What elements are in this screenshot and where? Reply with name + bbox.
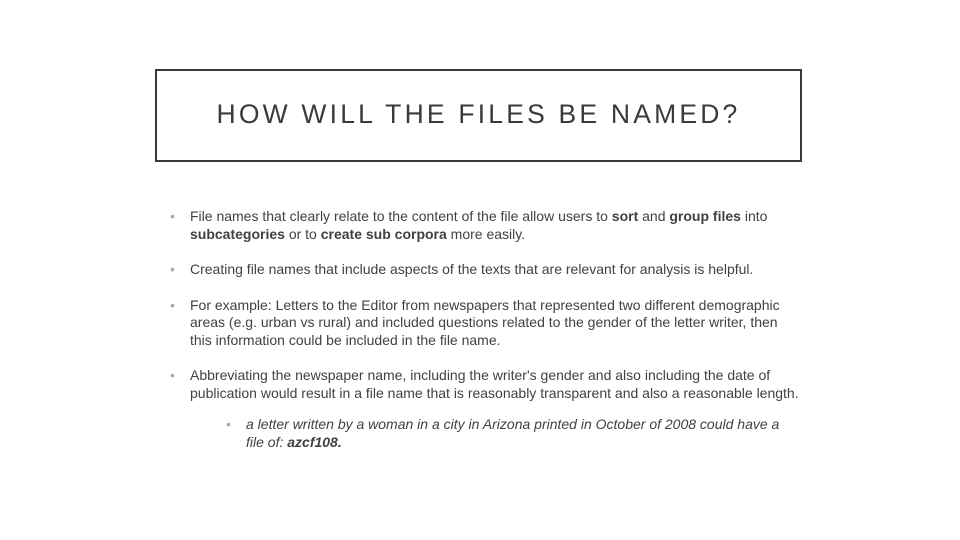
content-area: File names that clearly relate to the co… (160, 208, 800, 469)
bold-text: group files (669, 208, 741, 224)
text: or to (285, 226, 321, 242)
text: into (741, 208, 767, 224)
bold-text: create sub corpora (321, 226, 447, 242)
text: more easily. (447, 226, 525, 242)
text: File names that clearly relate to the co… (190, 208, 612, 224)
bullet-item: File names that clearly relate to the co… (160, 208, 800, 243)
bold-text: sort (612, 208, 638, 224)
bold-italic-text: azcf108. (287, 434, 341, 450)
bullet-item: For example: Letters to the Editor from … (160, 297, 800, 350)
text: and (638, 208, 669, 224)
sub-bullet-item: a letter written by a woman in a city in… (190, 416, 800, 451)
title-box: HOW WILL THE FILES BE NAMED? (155, 69, 802, 162)
bullet-list: File names that clearly relate to the co… (160, 208, 800, 451)
bullet-item: Creating file names that include aspects… (160, 261, 800, 279)
slide: HOW WILL THE FILES BE NAMED? File names … (0, 0, 960, 540)
slide-title: HOW WILL THE FILES BE NAMED? (217, 99, 741, 130)
text: Abbreviating the newspaper name, includi… (190, 367, 799, 401)
sub-bullet-list: a letter written by a woman in a city in… (190, 416, 800, 451)
bold-text: subcategories (190, 226, 285, 242)
bullet-item: Abbreviating the newspaper name, includi… (160, 367, 800, 451)
